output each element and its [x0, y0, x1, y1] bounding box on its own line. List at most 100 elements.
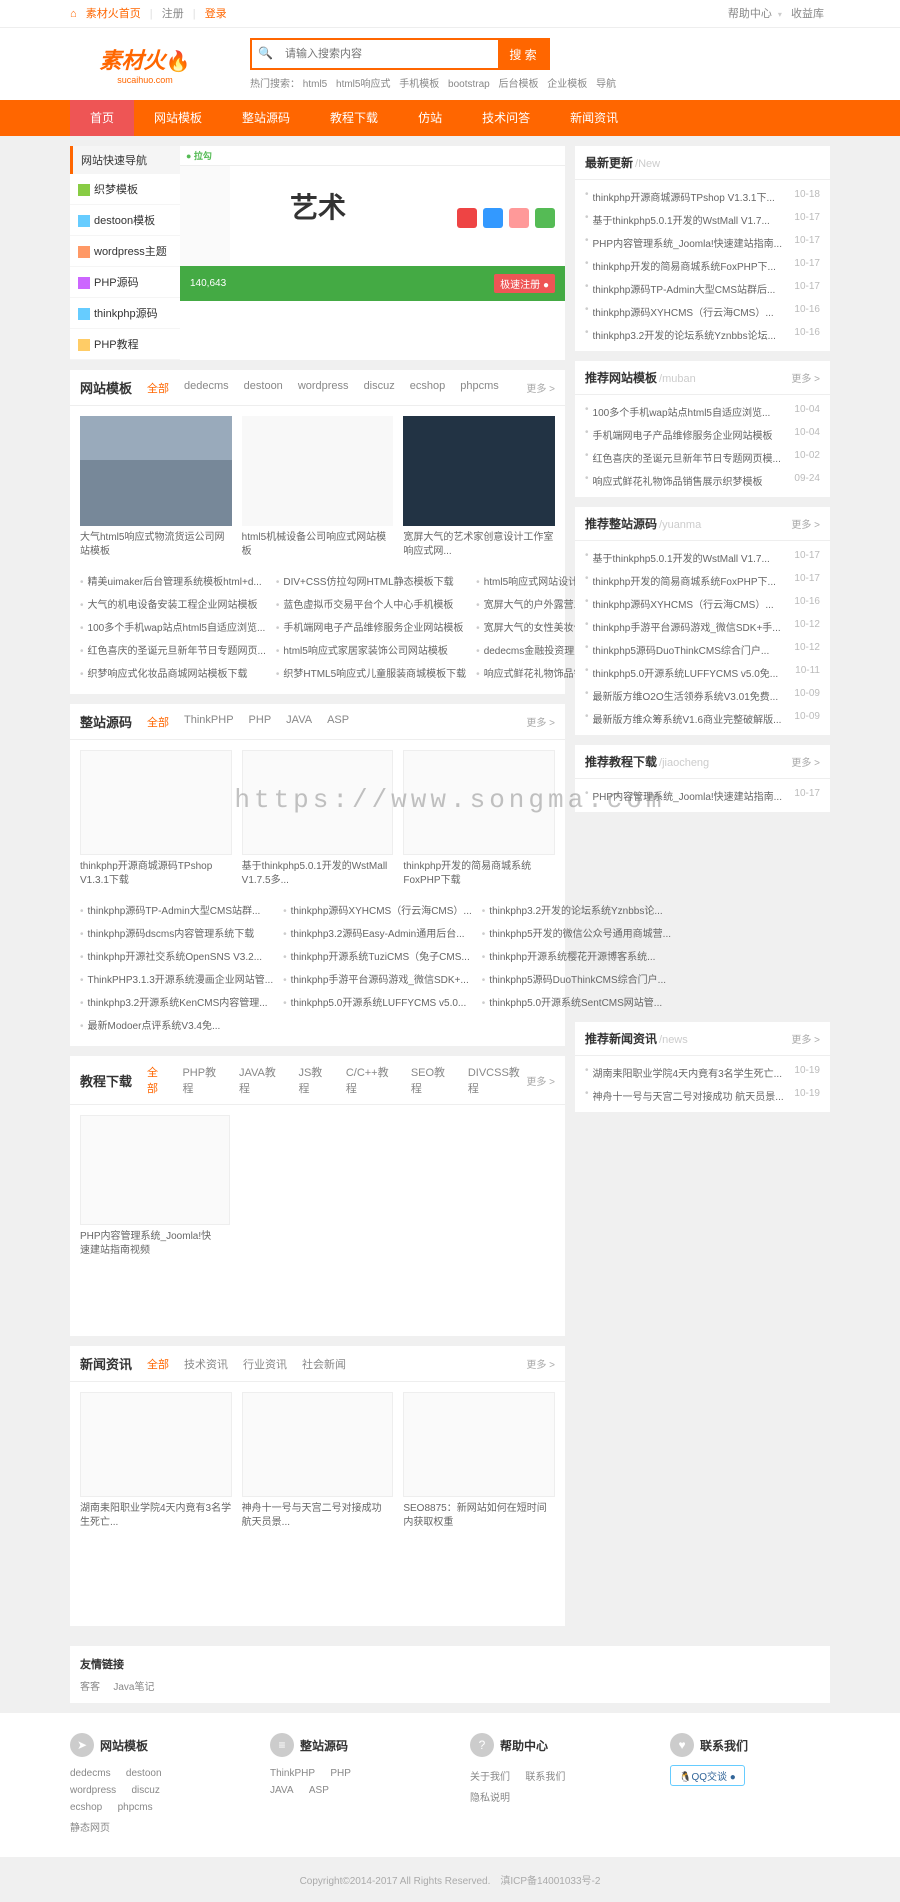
- sy-item[interactable]: 基于thinkphp5.0.1开发的WstMall V1.7...10-17: [585, 546, 820, 569]
- yl[interactable]: thinkphp开源社交系统OpenSNS V3.2...: [80, 944, 273, 967]
- sy-item[interactable]: 最新版方维O2O生活领券系统V3.01免费...10-09: [585, 684, 820, 707]
- topbar-register[interactable]: 注册: [156, 8, 190, 20]
- qn-4[interactable]: thinkphp源码: [70, 298, 180, 329]
- yl[interactable]: thinkphp源码XYHCMS（行云海CMS）...: [283, 898, 472, 921]
- ytab-0[interactable]: 全部: [147, 714, 169, 730]
- sn-item[interactable]: 湖南耒阳职业学院4天内竟有3名学生死亡...10-19: [585, 1061, 820, 1084]
- ml[interactable]: 大气的机电设备安装工程企业网站模板: [80, 592, 266, 615]
- mcard-2[interactable]: 宽屏大气的艺术家创意设计工作室响应式网...: [403, 416, 555, 559]
- search-input[interactable]: [277, 40, 498, 68]
- sy-item[interactable]: thinkphp开发的简易商城系统FoxPHP下...10-17: [585, 569, 820, 592]
- side-news-more[interactable]: 更多 >: [791, 1031, 820, 1046]
- nav-home[interactable]: 首页: [70, 100, 134, 136]
- sn-item[interactable]: 神舟十一号与天宫二号对接成功 航天员景...10-19: [585, 1084, 820, 1107]
- mtab-2[interactable]: destoon: [244, 380, 283, 396]
- fl[interactable]: 联系我们: [525, 1768, 565, 1783]
- jtab-4[interactable]: C/C++教程: [346, 1064, 396, 1096]
- sm-item[interactable]: 红色喜庆的圣诞元旦新年节日专题网页模...10-02: [585, 446, 820, 469]
- mtab-6[interactable]: phpcms: [460, 380, 499, 396]
- yl[interactable]: 最新Modoer点评系统V3.4免...: [80, 1013, 273, 1036]
- topbar-home[interactable]: 素材火首页: [80, 8, 147, 20]
- ml[interactable]: 蓝色虚拟币交易平台个人中心手机模板: [276, 592, 466, 615]
- mcard-0[interactable]: 大气html5响应式物流货运公司网站模板: [80, 416, 232, 559]
- sm-item[interactable]: 手机端网电子产品维修服务企业网站模板10-04: [585, 423, 820, 446]
- topbar-fav[interactable]: 收益库: [785, 8, 830, 20]
- sy-item[interactable]: thinkphp5源码DuoThinkCMS综合门户...10-12: [585, 638, 820, 661]
- jtab-5[interactable]: SEO教程: [411, 1064, 453, 1096]
- sm-item[interactable]: 100多个手机wap站点html5自适应浏览...10-04: [585, 400, 820, 423]
- hot-1[interactable]: html5响应式: [336, 79, 390, 90]
- side-yuanma-more[interactable]: 更多 >: [791, 516, 820, 531]
- jtab-3[interactable]: JS教程: [298, 1064, 330, 1096]
- mtab-1[interactable]: dedecms: [184, 380, 229, 396]
- yl[interactable]: thinkphp开源系统TuziCMS（兔子CMS...: [283, 944, 472, 967]
- sy-item[interactable]: thinkphp5.0开源系统LUFFYCMS v5.0免...10-11: [585, 661, 820, 684]
- latest-item[interactable]: thinkphp开源商城源码TPshop V1.3.1下...10-18: [585, 185, 820, 208]
- link-1[interactable]: Java笔记: [113, 1682, 154, 1693]
- qq-button[interactable]: 🐧QQ交谈 ●: [670, 1765, 745, 1786]
- ml[interactable]: DIV+CSS仿拉勾网HTML静态模板下载: [276, 569, 466, 592]
- fl[interactable]: 静态网页: [70, 1819, 110, 1834]
- ml[interactable]: html5响应式家居家装饰公司网站模板: [276, 638, 466, 661]
- ncard-0[interactable]: 湖南耒阳职业学院4天内竟有3名学生死亡...: [80, 1392, 232, 1530]
- yl[interactable]: thinkphp源码dscms内容管理系统下载: [80, 921, 273, 944]
- ntab-1[interactable]: 技术资讯: [184, 1356, 228, 1372]
- news-more[interactable]: 更多 >: [526, 1356, 555, 1371]
- muban-more[interactable]: 更多 >: [526, 380, 555, 395]
- side-jc-more[interactable]: 更多 >: [791, 754, 820, 769]
- ycard-2[interactable]: thinkphp开发的简易商城系统FoxPHP下载: [403, 750, 555, 888]
- qn-2[interactable]: wordpress主题: [70, 236, 180, 267]
- nav-yuanma[interactable]: 整站源码: [222, 100, 310, 136]
- yl[interactable]: thinkphp源码TP-Admin大型CMS站群...: [80, 898, 273, 921]
- latest-item[interactable]: thinkphp源码TP-Admin大型CMS站群后...10-17: [585, 277, 820, 300]
- nav-wenda[interactable]: 技术问答: [462, 100, 550, 136]
- ml[interactable]: 100多个手机wap站点html5自适应浏览...: [80, 615, 266, 638]
- ycard-0[interactable]: thinkphp开源商城源码TPshop V1.3.1下载: [80, 750, 232, 888]
- sm-item[interactable]: 响应式鲜花礼物饰品销售展示织梦模板09-24: [585, 469, 820, 492]
- ncard-2[interactable]: SEO8875：新网站如何在短时间内获取权重: [403, 1392, 555, 1530]
- mtab-4[interactable]: discuz: [364, 380, 395, 396]
- jtab-6[interactable]: DIVCSS教程: [468, 1064, 527, 1096]
- yl[interactable]: thinkphp3.2源码Easy-Admin通用后台...: [283, 921, 472, 944]
- hot-3[interactable]: bootstrap: [448, 79, 490, 90]
- hot-6[interactable]: 导航: [596, 79, 616, 90]
- nav-jiaocheng[interactable]: 教程下载: [310, 100, 398, 136]
- jtab-1[interactable]: PHP教程: [182, 1064, 223, 1096]
- fl[interactable]: destoon: [126, 1768, 162, 1779]
- ycard-1[interactable]: 基于thinkphp5.0.1开发的WstMall V1.7.5多...: [242, 750, 394, 888]
- fl[interactable]: phpcms: [118, 1802, 153, 1813]
- nav-news[interactable]: 新闻资讯: [550, 100, 638, 136]
- ml[interactable]: 织梦响应式化妆品商城网站模板下载: [80, 661, 266, 684]
- sj-item[interactable]: PHP内容管理系统_Joomla!快速建站指南...10-17: [585, 784, 820, 807]
- fl[interactable]: 关于我们: [470, 1768, 510, 1783]
- link-0[interactable]: 客客: [80, 1682, 100, 1693]
- latest-item[interactable]: thinkphp3.2开发的论坛系统Yznbbs论坛...10-16: [585, 323, 820, 346]
- ntab-2[interactable]: 行业资讯: [243, 1356, 287, 1372]
- ytab-2[interactable]: PHP: [249, 714, 272, 730]
- hot-4[interactable]: 后台模板: [499, 79, 539, 90]
- ntab-3[interactable]: 社会新闻: [302, 1356, 346, 1372]
- mtab-3[interactable]: wordpress: [298, 380, 349, 396]
- topbar-help[interactable]: 帮助中心: [722, 8, 778, 20]
- nav-muban[interactable]: 网站模板: [134, 100, 222, 136]
- jtab-2[interactable]: JAVA教程: [239, 1064, 284, 1096]
- qn-1[interactable]: destoon模板: [70, 205, 180, 236]
- ncard-1[interactable]: 神舟十一号与天宫二号对接成功 航天员景...: [242, 1392, 394, 1530]
- hot-5[interactable]: 企业模板: [547, 79, 587, 90]
- latest-item[interactable]: 基于thinkphp5.0.1开发的WstMall V1.7...10-17: [585, 208, 820, 231]
- ytab-3[interactable]: JAVA: [286, 714, 312, 730]
- fl[interactable]: ecshop: [70, 1802, 102, 1813]
- logo[interactable]: 素材火🔥 sucaihuo.com: [70, 44, 220, 84]
- fl[interactable]: ThinkPHP: [270, 1768, 315, 1779]
- yuanma-more[interactable]: 更多 >: [526, 714, 555, 729]
- ytab-4[interactable]: ASP: [327, 714, 349, 730]
- mtab-5[interactable]: ecshop: [410, 380, 445, 396]
- search-button[interactable]: 搜 索: [498, 40, 548, 68]
- fl[interactable]: ASP: [309, 1785, 329, 1796]
- mcard-1[interactable]: html5机械设备公司响应式网站模板: [242, 416, 394, 559]
- fl[interactable]: dedecms: [70, 1768, 111, 1779]
- yl[interactable]: thinkphp3.2开源系统KenCMS内容管理...: [80, 990, 273, 1013]
- ytab-1[interactable]: ThinkPHP: [184, 714, 234, 730]
- latest-item[interactable]: thinkphp开发的简易商城系统FoxPHP下...10-17: [585, 254, 820, 277]
- fl[interactable]: JAVA: [270, 1785, 294, 1796]
